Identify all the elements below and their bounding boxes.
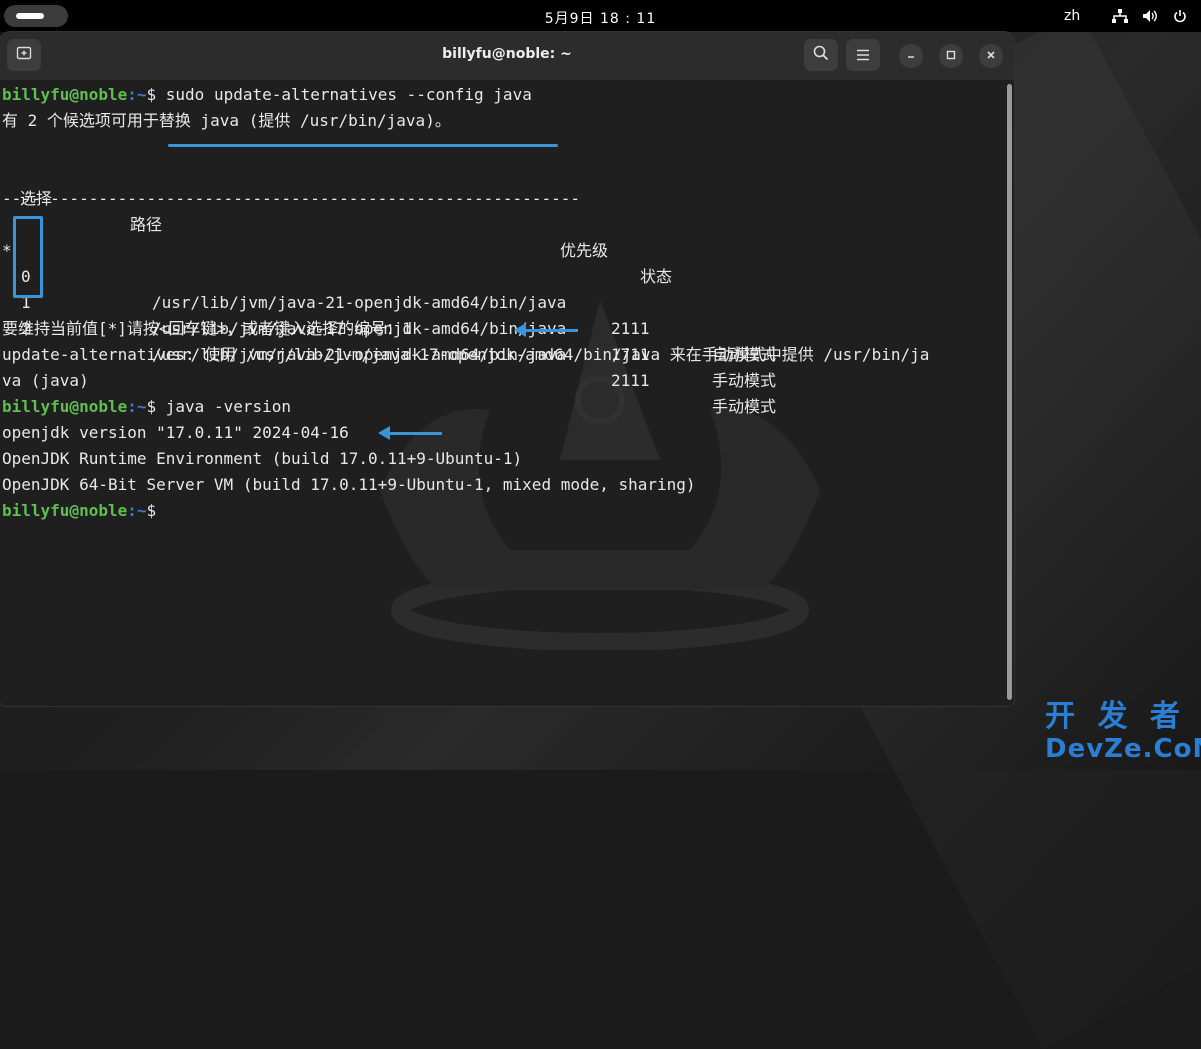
minimize-icon [906,49,916,64]
watermark-line1: 开 发 者 [1045,699,1186,734]
menu-button[interactable] [846,39,880,71]
terminal-window: billyfu@noble: ~ billyfu@noble:~$ sudo u… [0,32,1014,706]
watermark-line2: DevZe.CoM [1045,734,1201,764]
prompt-line: billyfu@noble:~$ sudo update-alternative… [2,82,929,108]
table-row: 2 /usr/lib/jvm/java-21-openjdk-amd64/bin… [2,264,929,416]
command-text: sudo update-alternatives --config java [165,85,532,104]
table-separator: ----------------------------------------… [2,189,580,208]
prompt-path: :~ [127,397,147,416]
table-row: 1 /usr/lib/jvm/java-17-openjdk-amd64/bin… [2,238,929,390]
scrollbar-thumb[interactable] [1007,84,1012,700]
search-icon [813,45,829,65]
prompt-symbol: $ [146,397,157,416]
command-underline [168,144,558,147]
menu-icon [856,46,870,65]
close-button[interactable] [979,44,1003,68]
prompt-path: :~ [127,501,147,520]
power-icon[interactable] [1170,7,1190,25]
row-status: 手动模式 [712,397,777,416]
row-path: /usr/lib/jvm/java-21-openjdk-amd64/bin/j… [152,293,567,312]
clock[interactable]: 5月9日 18 : 11 [0,8,1201,28]
row-priority: 2111 [611,371,650,390]
prompt-user: billyfu@noble [2,501,128,520]
table-row: * 0 /usr/lib/jvm/java-21-openjdk-amd64/b… [2,212,929,364]
title-bar[interactable]: billyfu@noble: ~ [0,32,1014,80]
maximize-button[interactable] [939,44,963,68]
site-watermark: 开 发 者 DevZe.CoM [1045,699,1201,766]
maximize-icon [946,49,956,64]
arrow-left-icon [514,323,578,337]
terminal-output[interactable]: billyfu@noble:~$ sudo update-alternative… [0,80,1004,706]
output-line: va (java) [2,371,89,390]
header-select: 选择 [20,189,53,208]
prompt-user: billyfu@noble [2,85,128,104]
output-line: OpenJDK Runtime Environment (build 17.0.… [2,449,523,468]
selection-highlight-box [13,216,43,298]
output-line: openjdk version "17.0.11" 2024-04-16 [2,423,349,442]
search-button[interactable] [804,39,838,71]
row-path: /usr/lib/jvm/java-17-openjdk-amd64/bin/j… [152,319,567,338]
volume-icon[interactable] [1140,7,1160,25]
row-status: 自动模式 [712,345,777,364]
row-priority: 2111 [611,319,650,338]
prompt-line: billyfu@noble:~$ java -version [2,394,929,420]
output-line: OpenJDK 64-Bit Server VM (build 17.0.11+… [2,475,696,494]
table-header: 选择 路径 优先级 状态 [2,160,929,286]
prompt-line: billyfu@noble:~$ [2,498,929,524]
minimize-button[interactable] [899,44,923,68]
output-line: 有 2 个候选项可用于替换 java (提供 /usr/bin/java)。 [2,111,451,130]
prompt-symbol: $ [146,85,157,104]
close-icon [986,49,996,64]
row-priority: 1711 [611,345,650,364]
row-status: 手动模式 [712,371,777,390]
top-bar: 5月9日 18 : 11 zh [0,0,1201,32]
command-text: java -version [165,397,292,416]
network-icon[interactable] [1110,7,1130,25]
row-select: 2 [21,319,31,338]
system-tray[interactable] [1110,7,1190,25]
prompt-path: :~ [127,85,147,104]
terminal-text: billyfu@noble:~$ sudo update-alternative… [2,82,929,524]
row-path: /usr/lib/jvm/java-21-openjdk-amd64/bin/j… [152,345,567,364]
arrow-left-icon [378,426,442,440]
prompt-symbol: $ [146,501,157,520]
scrollbar[interactable] [1004,80,1014,706]
input-language-indicator[interactable]: zh [1064,8,1080,24]
